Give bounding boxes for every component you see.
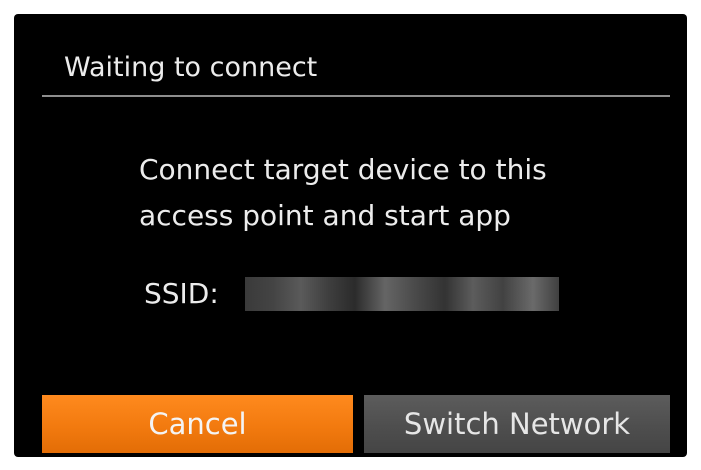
- switch-network-button-label: Switch Network: [403, 407, 631, 441]
- switch-network-button[interactable]: Switch Network: [364, 395, 670, 453]
- button-bar: Cancel Switch Network: [42, 395, 670, 453]
- message-line-1: Connect target device to this: [139, 153, 547, 186]
- title-divider: [42, 95, 670, 97]
- cancel-button[interactable]: Cancel: [42, 395, 353, 453]
- ssid-row: SSID:: [144, 274, 559, 314]
- dialog-title: Waiting to connect: [64, 52, 318, 83]
- connection-dialog: Waiting to connect Connect target device…: [14, 14, 687, 457]
- ssid-value-redacted: [244, 277, 559, 311]
- ssid-label: SSID:: [144, 277, 219, 310]
- cancel-button-label: Cancel: [148, 407, 247, 441]
- message-line-2: access point and start app: [139, 199, 511, 232]
- dialog-message: Connect target device to this access poi…: [139, 147, 619, 239]
